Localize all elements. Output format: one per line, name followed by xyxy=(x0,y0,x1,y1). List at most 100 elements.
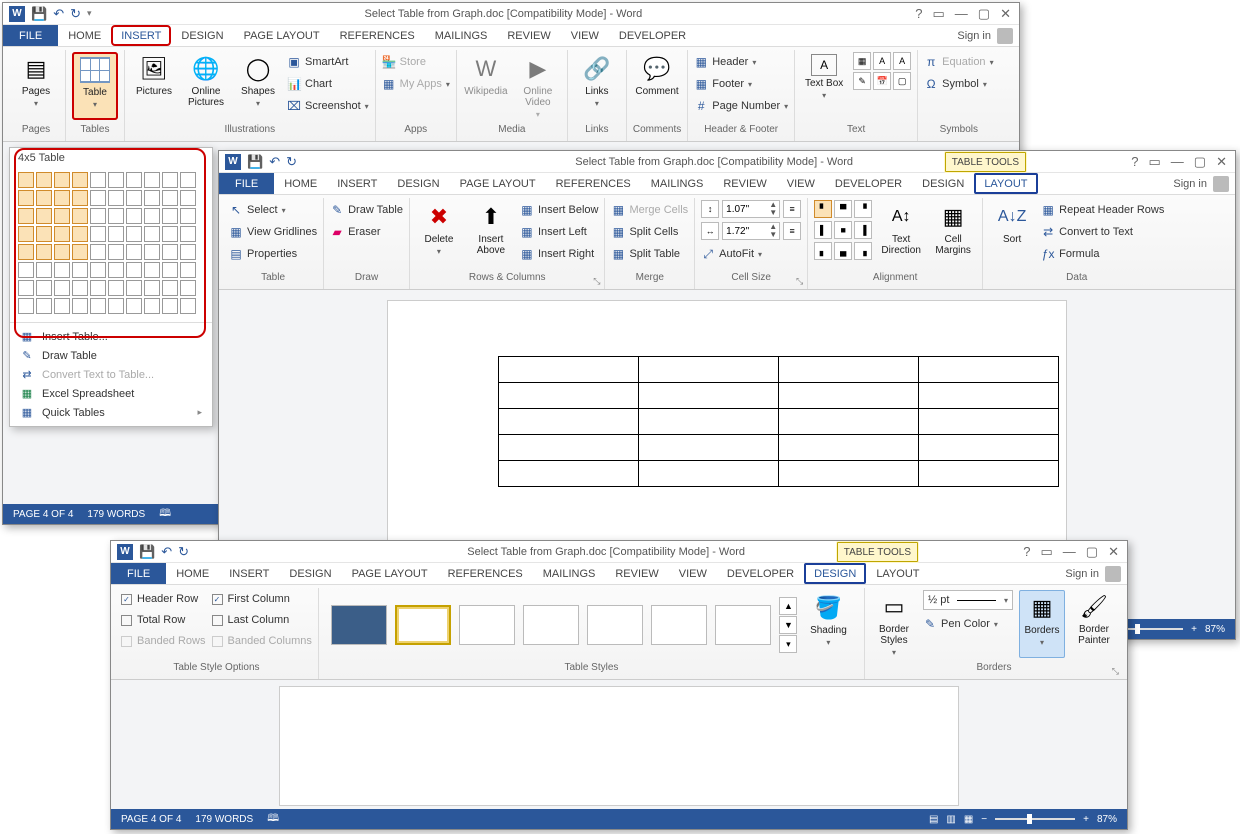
grid-cell[interactable] xyxy=(36,226,52,242)
grid-cell[interactable] xyxy=(54,172,70,188)
align-bc-icon[interactable]: ▄ xyxy=(834,242,852,260)
table-style-6[interactable] xyxy=(651,605,707,645)
tab-developer[interactable]: DEVELOPER xyxy=(609,25,696,46)
symbol-button[interactable]: ΩSymbol xyxy=(924,74,993,94)
zoom-in-icon[interactable]: + xyxy=(1191,624,1197,635)
properties-button[interactable]: ▤Properties xyxy=(229,244,317,264)
close-icon[interactable]: ✕ xyxy=(1000,6,1011,22)
table-style-1[interactable] xyxy=(331,605,387,645)
sign-in-link[interactable]: Sign in xyxy=(1173,178,1207,190)
grid-cell[interactable] xyxy=(126,280,142,296)
grid-cell[interactable] xyxy=(54,298,70,314)
smartart-button[interactable]: ▣SmartArt xyxy=(287,52,369,72)
grid-cell[interactable] xyxy=(54,244,70,260)
grid-cell[interactable] xyxy=(108,262,124,278)
undo-icon[interactable]: ↶ xyxy=(269,154,280,170)
grid-cell[interactable] xyxy=(36,190,52,206)
insert-left-button[interactable]: ▦Insert Left xyxy=(520,222,599,242)
align-tc-icon[interactable]: ▀ xyxy=(834,200,852,218)
tab-review[interactable]: REVIEW xyxy=(605,563,668,584)
grid-cell[interactable] xyxy=(90,172,106,188)
align-br-icon[interactable]: ▗ xyxy=(854,242,872,260)
grid-cell[interactable] xyxy=(90,280,106,296)
grid-cell[interactable] xyxy=(144,298,160,314)
sign-in-link[interactable]: Sign in xyxy=(1065,568,1099,580)
table-button[interactable]: Table xyxy=(72,52,118,120)
grid-cell[interactable] xyxy=(108,190,124,206)
gallery-more-icon[interactable]: ▾ xyxy=(779,635,797,653)
border-painter-button[interactable]: 🖌 Border Painter xyxy=(1071,590,1117,658)
borders-button[interactable]: ▦ Borders xyxy=(1019,590,1065,658)
table-style-5[interactable] xyxy=(587,605,643,645)
dropcap-icon[interactable]: A xyxy=(893,52,911,70)
save-icon[interactable]: 💾 xyxy=(139,544,155,560)
grid-cell[interactable] xyxy=(72,298,88,314)
align-tr-icon[interactable]: ▝ xyxy=(854,200,872,218)
save-icon[interactable]: 💾 xyxy=(31,6,47,22)
grid-cell[interactable] xyxy=(18,172,34,188)
footer-button[interactable]: ▦Footer xyxy=(694,74,788,94)
align-ml-icon[interactable]: ▌ xyxy=(814,221,832,239)
grid-cell[interactable] xyxy=(162,172,178,188)
redo-icon[interactable]: ↻ xyxy=(286,154,297,170)
repeat-header-button[interactable]: ▦Repeat Header Rows xyxy=(1041,200,1164,220)
grid-cell[interactable] xyxy=(162,226,178,242)
grid-cell[interactable] xyxy=(36,244,52,260)
textbox-button[interactable]: A Text Box xyxy=(801,52,847,120)
grid-cell[interactable] xyxy=(126,226,142,242)
grid-cell[interactable] xyxy=(126,208,142,224)
grid-cell[interactable] xyxy=(72,190,88,206)
table-style-3[interactable] xyxy=(459,605,515,645)
line-weight-button[interactable]: ½ pt xyxy=(923,590,1013,610)
view-print-icon[interactable]: ▤ xyxy=(929,814,938,825)
cell-margins-button[interactable]: ▦ Cell Margins xyxy=(930,200,976,268)
zoom-out-icon[interactable]: − xyxy=(981,814,987,825)
view-read-icon[interactable]: ▥ xyxy=(946,814,955,825)
grid-cell[interactable] xyxy=(54,190,70,206)
insert-table-menu[interactable]: ▦Insert Table... xyxy=(10,327,212,346)
undo-icon[interactable]: ↶ xyxy=(53,6,64,22)
zoom-value[interactable]: 87% xyxy=(1205,624,1225,635)
grid-cell[interactable] xyxy=(144,172,160,188)
grid-cell[interactable] xyxy=(180,208,196,224)
select-button[interactable]: ↖Select xyxy=(229,200,317,220)
grid-cell[interactable] xyxy=(90,262,106,278)
tab-home[interactable]: HOME xyxy=(58,25,111,46)
align-mc-icon[interactable]: ■ xyxy=(834,221,852,239)
grid-cell[interactable] xyxy=(72,208,88,224)
tab-tt-layout[interactable]: LAYOUT xyxy=(866,563,929,584)
grid-cell[interactable] xyxy=(90,298,106,314)
page-status[interactable]: PAGE 4 OF 4 xyxy=(13,509,73,520)
insert-right-button[interactable]: ▦Insert Right xyxy=(520,244,599,264)
grid-cell[interactable] xyxy=(18,208,34,224)
tab-view[interactable]: VIEW xyxy=(561,25,609,46)
tab-page-layout[interactable]: PAGE LAYOUT xyxy=(234,25,330,46)
border-styles-button[interactable]: ▭ Border Styles xyxy=(871,590,917,658)
redo-icon[interactable]: ↻ xyxy=(178,544,189,560)
tab-references[interactable]: REFERENCES xyxy=(438,563,533,584)
grid-cell[interactable] xyxy=(18,298,34,314)
grid-cell[interactable] xyxy=(180,172,196,188)
grid-cell[interactable] xyxy=(18,190,34,206)
proof-icon[interactable]: 🕮 xyxy=(267,811,279,828)
delete-button[interactable]: ✖ Delete xyxy=(416,200,462,268)
inserted-table[interactable] xyxy=(498,356,1059,487)
table-style-7[interactable] xyxy=(715,605,771,645)
grid-cell[interactable] xyxy=(180,262,196,278)
undo-icon[interactable]: ↶ xyxy=(161,544,172,560)
total-row-check[interactable]: Total Row xyxy=(121,611,206,629)
online-pictures-button[interactable]: 🌐 Online Pictures xyxy=(183,52,229,120)
quickparts-icon[interactable]: ▦ xyxy=(853,52,871,70)
grid-cell[interactable] xyxy=(18,244,34,260)
ribbon-display-icon[interactable]: ▭ xyxy=(933,6,945,22)
dialog-launcher-icon[interactable]: ⤡ xyxy=(796,276,803,287)
maximize-icon[interactable]: ▢ xyxy=(978,6,990,22)
grid-cell[interactable] xyxy=(162,280,178,296)
convert-text-button[interactable]: ⇄Convert to Text xyxy=(1041,222,1164,242)
grid-cell[interactable] xyxy=(90,208,106,224)
table-style-2[interactable] xyxy=(395,605,451,645)
autofit-button[interactable]: ⤢AutoFit xyxy=(701,244,801,264)
dialog-launcher-icon[interactable]: ⤡ xyxy=(593,276,600,287)
table-style-4[interactable] xyxy=(523,605,579,645)
grid-cell[interactable] xyxy=(54,280,70,296)
